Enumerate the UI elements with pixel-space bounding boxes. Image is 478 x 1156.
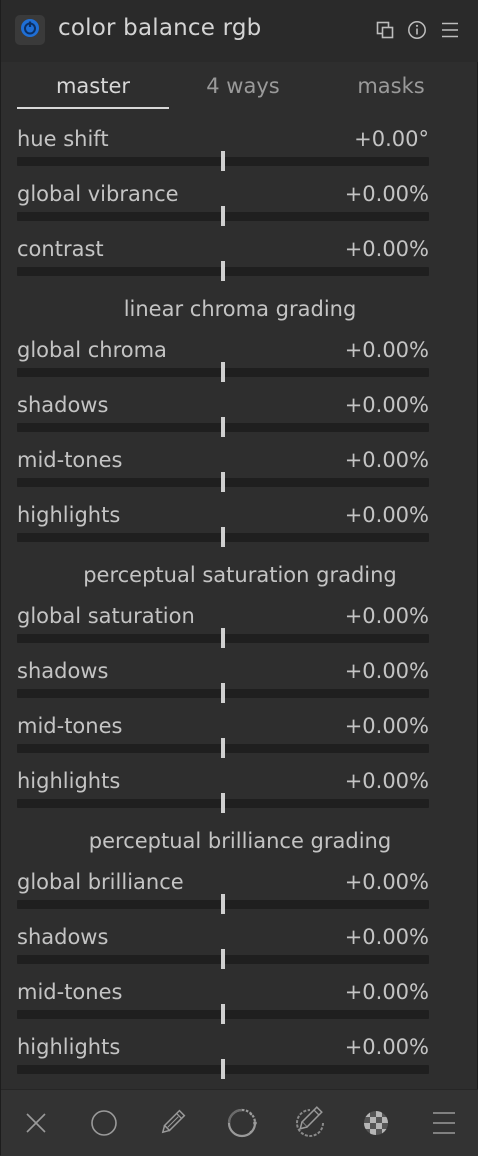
- tab-masks[interactable]: masks: [315, 74, 467, 98]
- slider-chroma-mid-tones[interactable]: mid-tones +0.00%: [17, 448, 429, 503]
- slider-value: +0.00%: [344, 448, 429, 472]
- slider-value: +0.00%: [344, 769, 429, 793]
- uniform-blend-icon[interactable]: [87, 1106, 121, 1140]
- slider-label: global brilliance: [17, 870, 184, 894]
- slider-label: global chroma: [17, 338, 167, 362]
- drawn-mask-icon[interactable]: [155, 1106, 189, 1140]
- slider-marker[interactable]: [221, 417, 225, 437]
- slider-brilliance-highlights[interactable]: highlights +0.00%: [17, 1035, 429, 1090]
- slider-global-brilliance[interactable]: global brilliance +0.00%: [17, 870, 429, 925]
- power-icon: [19, 17, 41, 43]
- reset-icon[interactable]: [407, 20, 427, 40]
- tab-4-ways[interactable]: 4 ways: [167, 74, 319, 98]
- slider-label: shadows: [17, 393, 109, 417]
- tab-master[interactable]: master: [17, 74, 169, 98]
- slider-contrast[interactable]: contrast +0.00%: [17, 237, 429, 292]
- slider-value: +0.00%: [344, 980, 429, 1004]
- slider-label: mid-tones: [17, 980, 123, 1004]
- module-panel: color balance rgb master 4 ways masks hu…: [0, 0, 478, 1156]
- slider-value: +0.00%: [344, 182, 429, 206]
- slider-marker[interactable]: [221, 472, 225, 492]
- slider-marker[interactable]: [221, 1004, 225, 1024]
- parametric-mask-icon[interactable]: [225, 1106, 259, 1140]
- slider-value: +0.00°: [354, 127, 429, 151]
- slider-label: global saturation: [17, 604, 195, 628]
- slider-marker[interactable]: [221, 738, 225, 758]
- module-title: color balance rgb: [58, 15, 262, 41]
- slider-label: shadows: [17, 659, 109, 683]
- slider-value: +0.00%: [344, 604, 429, 628]
- slider-marker[interactable]: [221, 527, 225, 547]
- slider-global-vibrance[interactable]: global vibrance +0.00%: [17, 182, 429, 237]
- slider-value: +0.00%: [344, 237, 429, 261]
- slider-value: +0.00%: [344, 714, 429, 738]
- slider-hue-shift[interactable]: hue shift +0.00°: [17, 127, 429, 182]
- slider-label: hue shift: [17, 127, 109, 151]
- slider-global-saturation[interactable]: global saturation +0.00%: [17, 604, 429, 659]
- blend-toolbar: [1, 1089, 478, 1156]
- slider-value: +0.00%: [344, 503, 429, 527]
- slider-marker[interactable]: [221, 206, 225, 226]
- slider-marker[interactable]: [221, 949, 225, 969]
- active-tab-indicator: [17, 107, 169, 109]
- drawn-parametric-mask-icon[interactable]: [293, 1106, 327, 1140]
- slider-label: highlights: [17, 769, 121, 793]
- presets-menu-icon[interactable]: [440, 20, 460, 40]
- slider-chroma-highlights[interactable]: highlights +0.00%: [17, 503, 429, 558]
- slider-brilliance-mid-tones[interactable]: mid-tones +0.00%: [17, 980, 429, 1035]
- slider-marker[interactable]: [221, 151, 225, 171]
- slider-saturation-shadows[interactable]: shadows +0.00%: [17, 659, 429, 714]
- slider-marker[interactable]: [221, 793, 225, 813]
- slider-value: +0.00%: [344, 925, 429, 949]
- slider-marker[interactable]: [221, 683, 225, 703]
- slider-label: global vibrance: [17, 182, 179, 206]
- slider-label: mid-tones: [17, 714, 123, 738]
- tab-bar: master 4 ways masks: [1, 62, 478, 112]
- slider-label: shadows: [17, 925, 109, 949]
- blend-off-icon[interactable]: [19, 1106, 53, 1140]
- slider-saturation-mid-tones[interactable]: mid-tones +0.00%: [17, 714, 429, 769]
- module-header[interactable]: color balance rgb: [1, 0, 478, 62]
- slider-global-chroma[interactable]: global chroma +0.00%: [17, 338, 429, 393]
- slider-chroma-shadows[interactable]: shadows +0.00%: [17, 393, 429, 448]
- blend-options-menu-icon[interactable]: [427, 1106, 461, 1140]
- slider-label: mid-tones: [17, 448, 123, 472]
- slider-value: +0.00%: [344, 393, 429, 417]
- slider-label: highlights: [17, 1035, 121, 1059]
- slider-label: highlights: [17, 503, 121, 527]
- section-title-perceptual-brilliance: perceptual brilliance grading: [88, 829, 392, 853]
- slider-brilliance-shadows[interactable]: shadows +0.00%: [17, 925, 429, 980]
- slider-marker[interactable]: [221, 628, 225, 648]
- slider-label: contrast: [17, 237, 104, 261]
- slider-saturation-highlights[interactable]: highlights +0.00%: [17, 769, 429, 824]
- slider-value: +0.00%: [344, 338, 429, 362]
- slider-marker[interactable]: [221, 261, 225, 281]
- slider-value: +0.00%: [344, 659, 429, 683]
- section-title-perceptual-saturation: perceptual saturation grading: [83, 563, 397, 587]
- raster-mask-icon[interactable]: [359, 1106, 393, 1140]
- slider-value: +0.00%: [344, 1035, 429, 1059]
- slider-marker[interactable]: [221, 362, 225, 382]
- power-button[interactable]: [15, 15, 45, 45]
- section-title-linear-chroma: linear chroma grading: [123, 297, 357, 321]
- multi-instance-icon[interactable]: [375, 20, 395, 40]
- slider-marker[interactable]: [221, 1059, 225, 1079]
- slider-marker[interactable]: [221, 894, 225, 914]
- slider-value: +0.00%: [344, 870, 429, 894]
